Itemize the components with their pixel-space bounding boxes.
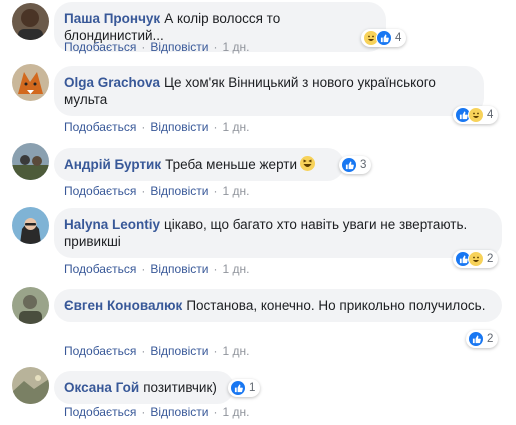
timestamp[interactable]: 1 дн.	[222, 40, 249, 54]
comment-text: позитивчик)	[143, 380, 217, 395]
separator: ·	[141, 405, 146, 419]
separator: ·	[141, 184, 146, 198]
separator: ·	[141, 344, 146, 358]
reply-link[interactable]: Відповісти	[150, 405, 208, 419]
comment-actions: Подобається · Відповісти · 1 дн.	[64, 184, 249, 198]
like-link[interactable]: Подобається	[64, 40, 136, 54]
reply-link[interactable]: Відповісти	[150, 40, 208, 54]
separator: ·	[141, 120, 146, 134]
reactions-badge[interactable]: 4	[361, 29, 407, 47]
reactions-badge[interactable]: 2	[453, 250, 499, 268]
haha-reaction-icon	[468, 107, 484, 123]
like-link[interactable]: Подобається	[64, 120, 136, 134]
avatar[interactable]	[12, 3, 49, 40]
separator: ·	[213, 344, 218, 358]
separator: ·	[213, 120, 218, 134]
like-link[interactable]: Подобається	[64, 184, 136, 198]
comment-bubble: Євген Коновалюк Постанова, конечно. Но пр…	[54, 289, 502, 322]
haha-reaction-icon	[468, 251, 484, 267]
like-reaction-icon	[230, 380, 246, 396]
reactions-badge[interactable]: 2	[466, 330, 499, 348]
author-name[interactable]: Olga Grachova	[64, 75, 160, 90]
reply-link[interactable]: Відповісти	[150, 344, 208, 358]
author-name[interactable]: Оксана Гой	[64, 380, 139, 395]
timestamp[interactable]: 1 дн.	[222, 120, 249, 134]
reaction-count: 2	[487, 253, 494, 265]
separator: ·	[141, 40, 146, 54]
like-link[interactable]: Подобається	[64, 405, 136, 419]
separator: ·	[213, 405, 218, 419]
comment-actions: Подобається · Відповісти · 1 дн.	[64, 344, 249, 358]
reaction-count: 4	[487, 109, 494, 121]
separator: ·	[141, 262, 146, 276]
reactions-badge[interactable]: 1	[228, 379, 261, 397]
comment-actions: Подобається · Відповісти · 1 дн.	[64, 120, 249, 134]
avatar[interactable]	[12, 64, 49, 101]
comment-bubble: Halyna Leontiy цікаво, що багато хто наві…	[54, 208, 502, 258]
author-name[interactable]: Паша Прончук	[64, 11, 160, 26]
timestamp[interactable]: 1 дн.	[222, 184, 249, 198]
comment-actions: Подобається · Відповісти · 1 дн.	[64, 405, 249, 419]
separator: ·	[213, 40, 218, 54]
reply-link[interactable]: Відповісти	[150, 184, 208, 198]
timestamp[interactable]: 1 дн.	[222, 262, 249, 276]
comment-actions: Подобається · Відповісти · 1 дн.	[64, 40, 249, 54]
like-reaction-icon	[341, 157, 357, 173]
author-name[interactable]: Євген Коновалюк	[64, 298, 182, 313]
avatar[interactable]	[12, 207, 49, 244]
reaction-count: 3	[360, 159, 367, 171]
reactions-badge[interactable]: 4	[453, 106, 499, 124]
comment-text: Постанова, конечно. Но прикольно получил…	[186, 298, 486, 313]
avatar[interactable]	[12, 367, 49, 404]
separator: ·	[213, 184, 218, 198]
reaction-count: 2	[487, 333, 494, 345]
reaction-count: 4	[395, 32, 402, 44]
like-link[interactable]: Подобається	[64, 262, 136, 276]
timestamp[interactable]: 1 дн.	[222, 344, 249, 358]
comment-bubble: Оксана Гой позитивчик)	[54, 371, 234, 404]
reactions-badge[interactable]: 3	[339, 156, 372, 174]
comment-actions: Подобається · Відповісти · 1 дн.	[64, 262, 249, 276]
avatar[interactable]	[12, 143, 49, 180]
separator: ·	[213, 262, 218, 276]
comment-text: Треба меньше жерти	[165, 157, 298, 172]
author-name[interactable]: Halyna Leontiy	[64, 217, 160, 232]
timestamp[interactable]: 1 дн.	[222, 405, 249, 419]
reaction-count: 1	[249, 382, 256, 394]
author-name[interactable]: Андрій Буртик	[64, 157, 161, 172]
like-reaction-icon	[468, 331, 484, 347]
laughing-emoji-icon	[300, 156, 316, 171]
comment-bubble: Андрій Буртик Треба меньше жерти	[54, 148, 344, 181]
reply-link[interactable]: Відповісти	[150, 120, 208, 134]
reply-link[interactable]: Відповісти	[150, 262, 208, 276]
avatar[interactable]	[12, 287, 49, 324]
like-link[interactable]: Подобається	[64, 344, 136, 358]
comment-bubble: Olga Grachova Це хом'як Вінницький з ново…	[54, 66, 484, 116]
like-reaction-icon	[376, 30, 392, 46]
